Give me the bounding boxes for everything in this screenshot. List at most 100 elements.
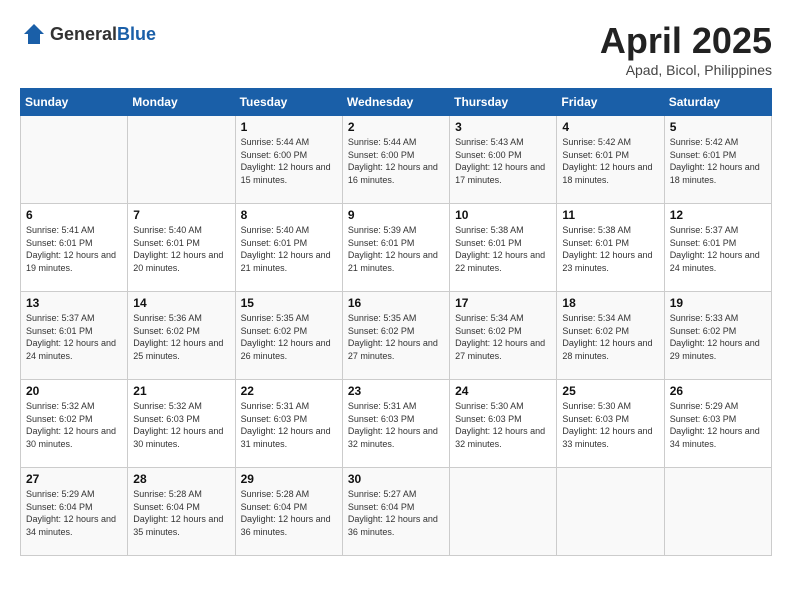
day-number: 5 — [670, 120, 766, 134]
calendar-week-row: 20 Sunrise: 5:32 AM Sunset: 6:02 PM Dayli… — [21, 380, 772, 468]
day-number: 28 — [133, 472, 229, 486]
calendar-cell: 23 Sunrise: 5:31 AM Sunset: 6:03 PM Dayli… — [342, 380, 449, 468]
day-detail: Sunrise: 5:42 AM Sunset: 6:01 PM Dayligh… — [562, 136, 658, 186]
day-detail: Sunrise: 5:28 AM Sunset: 6:04 PM Dayligh… — [133, 488, 229, 538]
calendar-cell: 11 Sunrise: 5:38 AM Sunset: 6:01 PM Dayli… — [557, 204, 664, 292]
location-title: Apad, Bicol, Philippines — [600, 62, 772, 78]
month-title: April 2025 — [600, 20, 772, 62]
calendar-cell: 22Sunrise: 5:31 AM Sunset: 6:03 PM Dayli… — [235, 380, 342, 468]
calendar-cell: 20 Sunrise: 5:32 AM Sunset: 6:02 PM Dayli… — [21, 380, 128, 468]
calendar-cell: 26 Sunrise: 5:29 AM Sunset: 6:03 PM Dayli… — [664, 380, 771, 468]
day-detail: Sunrise: 5:41 AM Sunset: 6:01 PM Dayligh… — [26, 224, 122, 274]
weekday-header: Wednesday — [342, 89, 449, 116]
calendar-cell: 28 Sunrise: 5:28 AM Sunset: 6:04 PM Dayli… — [128, 468, 235, 556]
day-detail: Sunrise: 5:27 AM Sunset: 6:04 PM Dayligh… — [348, 488, 444, 538]
weekday-header: Tuesday — [235, 89, 342, 116]
calendar-cell: 27 Sunrise: 5:29 AM Sunset: 6:04 PM Dayli… — [21, 468, 128, 556]
calendar-week-row: 13 Sunrise: 5:37 AM Sunset: 6:01 PM Dayli… — [21, 292, 772, 380]
weekday-header: Sunday — [21, 89, 128, 116]
day-detail: Sunrise: 5:44 AM Sunset: 6:00 PM Dayligh… — [348, 136, 444, 186]
calendar-cell — [128, 116, 235, 204]
calendar-cell: 7 Sunrise: 5:40 AM Sunset: 6:01 PM Daylig… — [128, 204, 235, 292]
day-number: 23 — [348, 384, 444, 398]
day-detail: Sunrise: 5:35 AM Sunset: 6:02 PM Dayligh… — [241, 312, 337, 362]
day-number: 3 — [455, 120, 551, 134]
day-number: 26 — [670, 384, 766, 398]
calendar-cell: 14 Sunrise: 5:36 AM Sunset: 6:02 PM Dayli… — [128, 292, 235, 380]
title-block: April 2025 Apad, Bicol, Philippines — [600, 20, 772, 78]
calendar-cell: 24Sunrise: 5:30 AM Sunset: 6:03 PM Dayli… — [450, 380, 557, 468]
calendar-cell — [450, 468, 557, 556]
day-detail: Sunrise: 5:29 AM Sunset: 6:03 PM Dayligh… — [670, 400, 766, 450]
day-detail: Sunrise: 5:34 AM Sunset: 6:02 PM Dayligh… — [562, 312, 658, 362]
day-number: 1 — [241, 120, 337, 134]
day-number: 9 — [348, 208, 444, 222]
calendar-cell: 30 Sunrise: 5:27 AM Sunset: 6:04 PM Dayli… — [342, 468, 449, 556]
day-detail: Sunrise: 5:28 AM Sunset: 6:04 PM Dayligh… — [241, 488, 337, 538]
calendar-cell: 8Sunrise: 5:40 AM Sunset: 6:01 PM Daylig… — [235, 204, 342, 292]
day-detail: Sunrise: 5:30 AM Sunset: 6:03 PM Dayligh… — [562, 400, 658, 450]
calendar-cell: 25Sunrise: 5:30 AM Sunset: 6:03 PM Dayli… — [557, 380, 664, 468]
weekday-header: Thursday — [450, 89, 557, 116]
day-number: 8 — [241, 208, 337, 222]
calendar-cell: 6 Sunrise: 5:41 AM Sunset: 6:01 PM Daylig… — [21, 204, 128, 292]
weekday-row: SundayMondayTuesdayWednesdayThursdayFrid… — [21, 89, 772, 116]
calendar-cell — [557, 468, 664, 556]
calendar-cell: 12 Sunrise: 5:37 AM Sunset: 6:01 PM Dayli… — [664, 204, 771, 292]
calendar-cell: 21 Sunrise: 5:32 AM Sunset: 6:03 PM Dayli… — [128, 380, 235, 468]
calendar-cell: 9 Sunrise: 5:39 AM Sunset: 6:01 PM Daylig… — [342, 204, 449, 292]
calendar-cell: 13 Sunrise: 5:37 AM Sunset: 6:01 PM Dayli… — [21, 292, 128, 380]
logo: GeneralBlue — [20, 20, 156, 48]
calendar-cell — [664, 468, 771, 556]
day-detail: Sunrise: 5:31 AM Sunset: 6:03 PM Dayligh… — [348, 400, 444, 450]
day-number: 30 — [348, 472, 444, 486]
day-number: 12 — [670, 208, 766, 222]
day-detail: Sunrise: 5:37 AM Sunset: 6:01 PM Dayligh… — [670, 224, 766, 274]
day-detail: Sunrise: 5:33 AM Sunset: 6:02 PM Dayligh… — [670, 312, 766, 362]
calendar-cell: 15Sunrise: 5:35 AM Sunset: 6:02 PM Dayli… — [235, 292, 342, 380]
day-detail: Sunrise: 5:39 AM Sunset: 6:01 PM Dayligh… — [348, 224, 444, 274]
page-header: GeneralBlue April 2025 Apad, Bicol, Phil… — [20, 20, 772, 78]
day-detail: Sunrise: 5:34 AM Sunset: 6:02 PM Dayligh… — [455, 312, 551, 362]
logo-text-general: General — [50, 24, 117, 44]
day-detail: Sunrise: 5:37 AM Sunset: 6:01 PM Dayligh… — [26, 312, 122, 362]
day-detail: Sunrise: 5:43 AM Sunset: 6:00 PM Dayligh… — [455, 136, 551, 186]
day-number: 20 — [26, 384, 122, 398]
calendar-table: SundayMondayTuesdayWednesdayThursdayFrid… — [20, 88, 772, 556]
calendar-week-row: 27 Sunrise: 5:29 AM Sunset: 6:04 PM Dayli… — [21, 468, 772, 556]
calendar-body: 1 Sunrise: 5:44 AM Sunset: 6:00 PM Daylig… — [21, 116, 772, 556]
day-number: 13 — [26, 296, 122, 310]
calendar-cell: 17 Sunrise: 5:34 AM Sunset: 6:02 PM Dayli… — [450, 292, 557, 380]
day-detail: Sunrise: 5:40 AM Sunset: 6:01 PM Dayligh… — [133, 224, 229, 274]
calendar-cell: 2 Sunrise: 5:44 AM Sunset: 6:00 PM Daylig… — [342, 116, 449, 204]
day-detail: Sunrise: 5:38 AM Sunset: 6:01 PM Dayligh… — [562, 224, 658, 274]
calendar-cell: 19Sunrise: 5:33 AM Sunset: 6:02 PM Dayli… — [664, 292, 771, 380]
day-number: 27 — [26, 472, 122, 486]
day-number: 7 — [133, 208, 229, 222]
weekday-header: Monday — [128, 89, 235, 116]
day-number: 2 — [348, 120, 444, 134]
day-detail: Sunrise: 5:32 AM Sunset: 6:02 PM Dayligh… — [26, 400, 122, 450]
weekday-header: Saturday — [664, 89, 771, 116]
day-detail: Sunrise: 5:29 AM Sunset: 6:04 PM Dayligh… — [26, 488, 122, 538]
calendar-cell — [21, 116, 128, 204]
day-detail: Sunrise: 5:30 AM Sunset: 6:03 PM Dayligh… — [455, 400, 551, 450]
day-detail: Sunrise: 5:35 AM Sunset: 6:02 PM Dayligh… — [348, 312, 444, 362]
calendar-header: SundayMondayTuesdayWednesdayThursdayFrid… — [21, 89, 772, 116]
day-detail: Sunrise: 5:38 AM Sunset: 6:01 PM Dayligh… — [455, 224, 551, 274]
day-number: 29 — [241, 472, 337, 486]
day-number: 16 — [348, 296, 444, 310]
calendar-cell: 18 Sunrise: 5:34 AM Sunset: 6:02 PM Dayli… — [557, 292, 664, 380]
day-detail: Sunrise: 5:32 AM Sunset: 6:03 PM Dayligh… — [133, 400, 229, 450]
day-number: 14 — [133, 296, 229, 310]
day-detail: Sunrise: 5:42 AM Sunset: 6:01 PM Dayligh… — [670, 136, 766, 186]
day-number: 11 — [562, 208, 658, 222]
day-detail: Sunrise: 5:36 AM Sunset: 6:02 PM Dayligh… — [133, 312, 229, 362]
day-number: 17 — [455, 296, 551, 310]
logo-text-blue: Blue — [117, 24, 156, 44]
day-number: 6 — [26, 208, 122, 222]
day-number: 18 — [562, 296, 658, 310]
calendar-cell: 1Sunrise: 5:44 AM Sunset: 6:00 PM Daylig… — [235, 116, 342, 204]
day-number: 21 — [133, 384, 229, 398]
calendar-week-row: 1 Sunrise: 5:44 AM Sunset: 6:00 PM Daylig… — [21, 116, 772, 204]
